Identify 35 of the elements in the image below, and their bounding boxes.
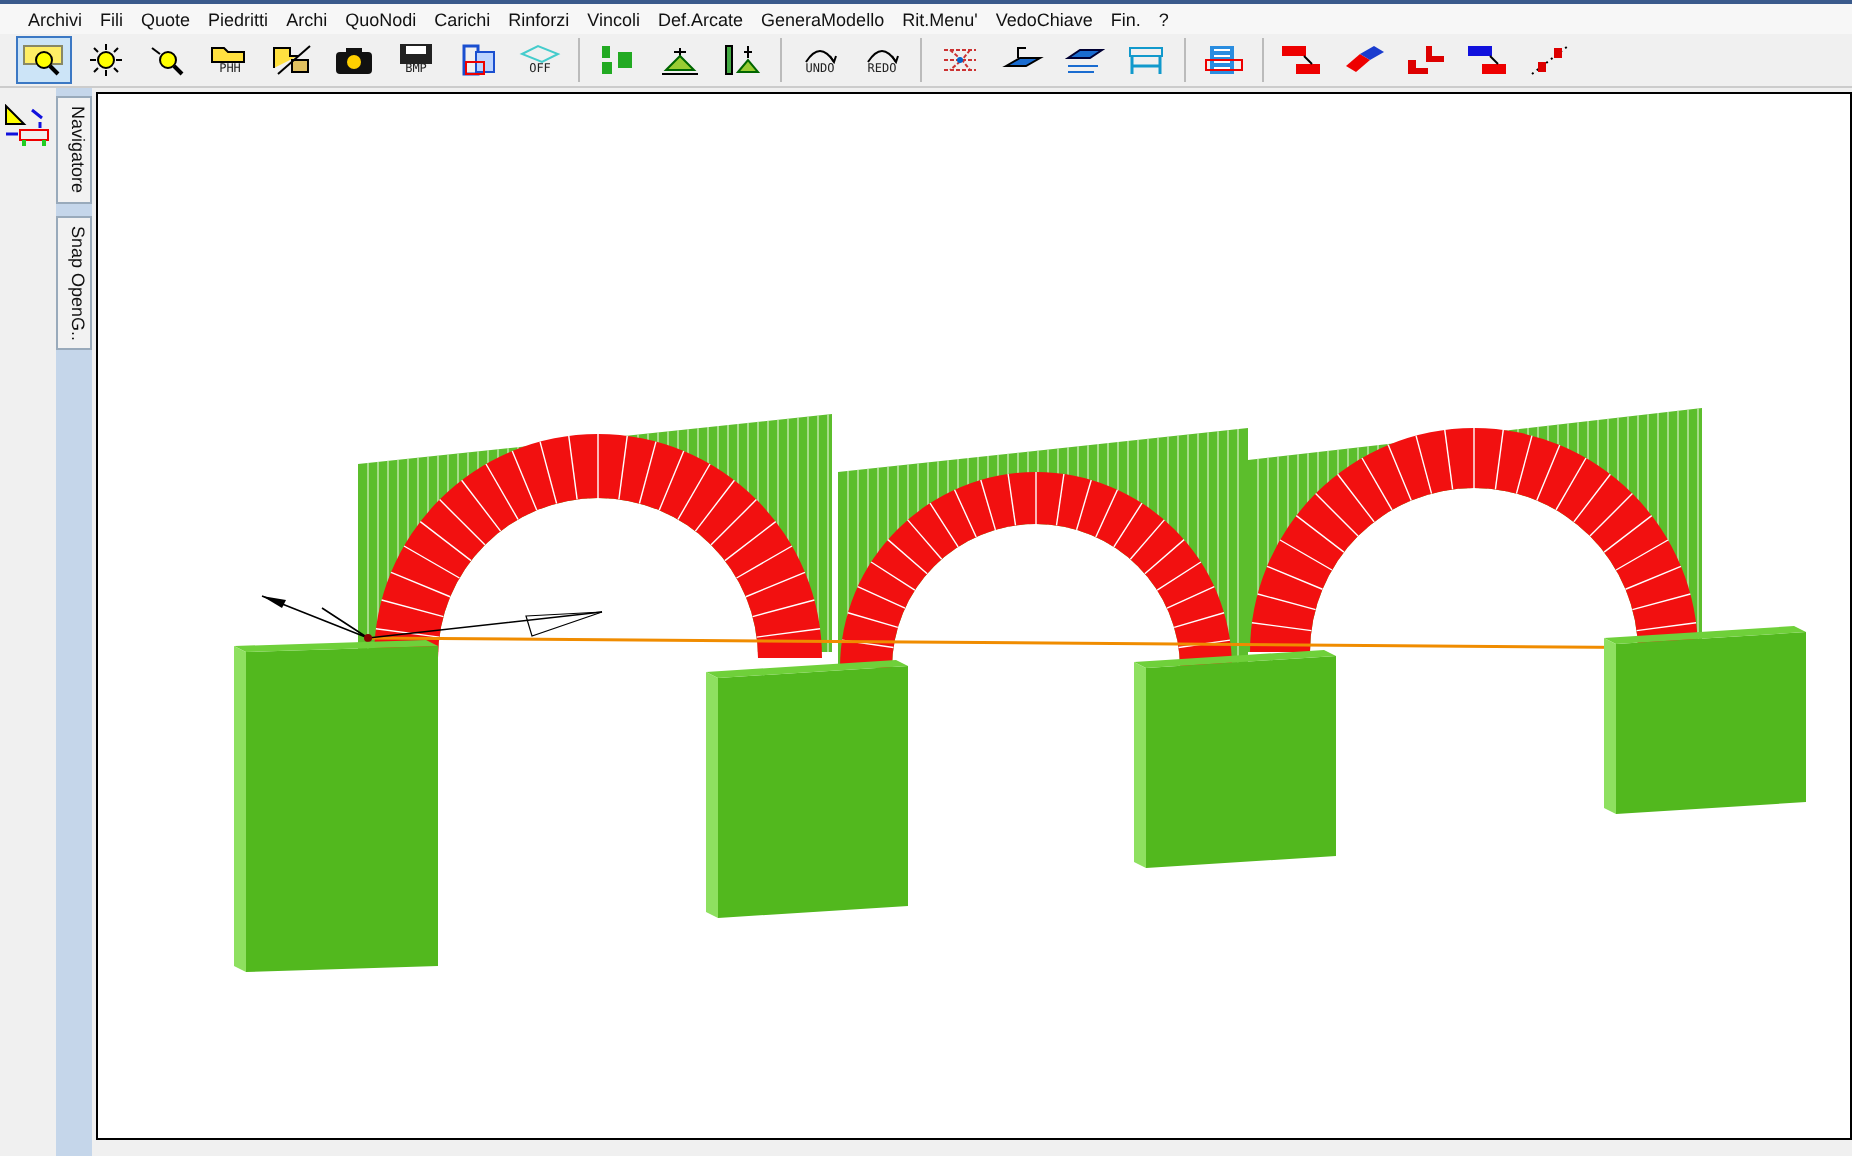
- menu-item[interactable]: Fili: [100, 9, 124, 29]
- support-bar-icon: [720, 44, 764, 76]
- menu-item[interactable]: Quote: [141, 9, 191, 29]
- menu-item[interactable]: Rit.Menu': [902, 9, 978, 29]
- zoom-icon: [22, 44, 66, 76]
- corner-icon: [1404, 44, 1448, 76]
- menu-item[interactable]: Def.Arcate: [658, 9, 744, 29]
- sun-icon: [84, 44, 128, 76]
- menu-item[interactable]: Piedritti: [208, 9, 269, 29]
- frame-icon: [1124, 44, 1168, 76]
- building-icon: [1202, 44, 1246, 76]
- menu-item[interactable]: Archi: [286, 9, 328, 29]
- menu-item[interactable]: Rinforzi: [508, 9, 570, 29]
- menu-item[interactable]: GeneraModello: [761, 9, 885, 29]
- stacked-blocks-icon: [1280, 44, 1324, 76]
- menu-item[interactable]: Archivi: [28, 9, 83, 29]
- folder-cube-icon: [270, 44, 314, 76]
- side-tab[interactable]: Snap OpenG..: [56, 215, 92, 351]
- ruler-arrows-icon[interactable]: [4, 104, 52, 148]
- menu-item[interactable]: ?: [1158, 9, 1169, 29]
- menu-item[interactable]: Fin.: [1110, 9, 1141, 29]
- layers-icon: [1062, 44, 1106, 76]
- menu-item[interactable]: QuoNodi: [345, 9, 417, 29]
- eraser-icon: [1342, 44, 1386, 76]
- blocks-icon: [1466, 44, 1510, 76]
- menu-item[interactable]: Carichi: [434, 9, 491, 29]
- support-icon: [658, 44, 702, 76]
- diamond-plane-icon: [518, 44, 562, 64]
- side-tab[interactable]: Navigatore: [56, 96, 92, 204]
- menu-item[interactable]: VedoChiave: [995, 9, 1093, 29]
- toolbar-button[interactable]: [16, 36, 72, 84]
- camera-icon: [332, 44, 376, 76]
- menu-item[interactable]: Vincoli: [587, 9, 640, 29]
- network-icon: [938, 44, 982, 76]
- scatter-icon: [1528, 44, 1572, 76]
